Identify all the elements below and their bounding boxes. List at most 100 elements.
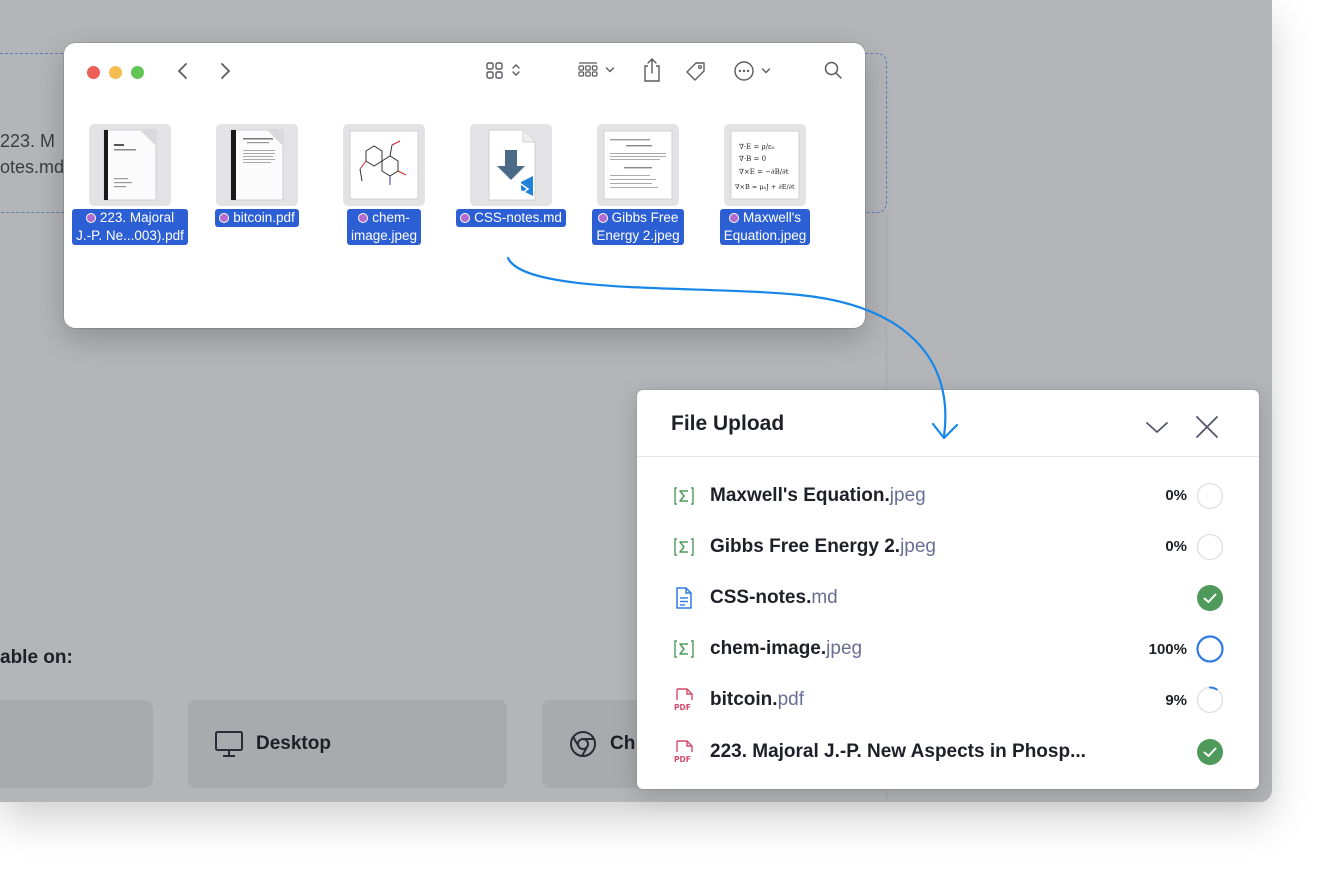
close-icon [1196,416,1218,438]
finder-window: 223. Majoral J.-P. Ne...003).pdf bitcoin.… [64,43,865,328]
finder-file-item[interactable]: ∇·E = ρ/ε₀ ∇·B = 0 ∇×E = −∂B/∂t ∇×B = μ₀… [695,124,835,245]
grid-view-icon [486,62,503,79]
share-icon [644,58,660,82]
file-base-name: CSS-notes. [710,586,812,608]
svg-text:∇×B = μ₀J + ∂E/∂t: ∇×B = μ₀J + ∂E/∂t [735,183,795,191]
upload-file-name: 223. Majoral J.-P. New Aspects in Phosp.… [710,741,1086,763]
upload-file-name: chem-image.jpeg [710,638,862,660]
upload-item-row[interactable]: CSS-notes.md [637,572,1259,623]
upload-panel-title: File Upload [671,412,785,435]
platform-card-label: Ch [610,733,636,754]
file-extension: pdf [777,689,804,711]
search-icon [824,61,842,79]
file-base-name: Gibbs Free Energy 2. [710,535,901,557]
chevron-down-icon [761,68,771,74]
svg-text:∇·E = ρ/ε₀: ∇·E = ρ/ε₀ [739,143,775,151]
pdf-icon: PDF [673,688,695,712]
tag-icon [686,62,705,81]
upload-percent: 9% [1165,691,1187,709]
close-panel-button[interactable] [1194,414,1220,440]
file-base-name: chem-image. [710,638,827,660]
file-extension: jpeg [826,638,863,660]
file-name-label: Gibbs Free Energy 2.jpeg [592,209,684,245]
platform-card-partial[interactable] [0,700,153,788]
file-name-label: Maxwell's Equation.jpeg [719,209,811,245]
file-base-name: Maxwell's Equation. [710,484,890,506]
share-button[interactable] [642,57,662,83]
svg-text:∇·B = 0: ∇·B = 0 [739,155,766,163]
platform-card-label: Desktop [256,733,331,754]
tags-button[interactable] [684,60,708,84]
vscode-markdown-file-icon [470,124,552,206]
chemical-structure-thumbnail [343,124,425,206]
formula-icon [673,638,695,660]
upload-file-name: bitcoin.pdf [710,689,804,711]
finder-file-item[interactable]: Gibbs Free Energy 2.jpeg [568,124,708,245]
upload-item-row[interactable]: PDF bitcoin.pdf 9% [637,675,1259,726]
chevron-right-icon [221,63,230,79]
upload-percent: 0% [1165,538,1187,556]
file-base-name: 223. Majoral J.-P. New Aspects in Phosp.… [710,740,1086,762]
zoom-window-button[interactable] [131,66,144,79]
file-name-label: 223. Majoral J.-P. Ne...003).pdf [72,209,188,245]
document-icon [673,587,695,609]
group-by-button[interactable] [577,60,615,80]
upload-complete-icon [1196,738,1224,766]
purple-tag-dot [728,213,739,223]
purple-tag-dot [460,213,471,223]
purple-tag-dot [358,213,369,223]
upload-file-name: Maxwell's Equation.jpeg [710,485,926,507]
file-name-label: bitcoin.pdf [215,209,299,227]
file-extension: jpeg [889,484,926,506]
upload-progress-ring [1196,635,1224,663]
updown-chevron-icon [512,64,520,76]
close-window-button[interactable] [87,66,100,79]
upload-panel-header: File Upload [637,390,1259,457]
back-button[interactable] [176,60,190,82]
upload-complete-icon [1196,584,1224,612]
file-base-name: bitcoin. [710,689,778,711]
view-mode-button[interactable] [485,60,521,80]
svg-text:∇×E = −∂B/∂t: ∇×E = −∂B/∂t [739,168,789,176]
pdf-document-thumbnail [216,124,298,206]
file-upload-panel: File Upload Maxwell's Equation.jpeg 0% Gib… [637,390,1259,789]
finder-file-item[interactable]: CSS-notes.md [441,124,581,227]
chevron-down-icon [605,67,615,73]
equation-image-thumbnail: ∇·E = ρ/ε₀ ∇·B = 0 ∇×E = −∂B/∂t ∇×B = μ₀… [724,124,806,206]
file-name-label: CSS-notes.md [456,209,566,227]
purple-tag-dot [597,213,608,223]
group-icon [578,62,598,77]
upload-percent: 100% [1148,640,1187,658]
chrome-icon [570,731,596,757]
search-button[interactable] [823,60,843,80]
purple-tag-dot [219,213,230,223]
file-extension: md [811,586,838,608]
file-name-label: chem-image.jpeg [346,209,422,245]
background-file-name: otes.md [0,157,65,177]
upload-item-row[interactable]: chem-image.jpeg 100% [637,624,1259,675]
upload-progress-ring [1196,686,1224,714]
formula-icon [673,536,695,558]
collapse-panel-button[interactable] [1144,414,1170,440]
minimize-window-button[interactable] [109,66,122,79]
forward-button[interactable] [218,60,232,82]
monitor-icon [215,731,243,757]
finder-file-item[interactable]: chem-image.jpeg [314,124,454,245]
platform-card-desktop[interactable]: Desktop [188,700,507,788]
upload-file-name: CSS-notes.md [710,587,838,609]
purple-tag-dot [85,213,96,223]
text-image-thumbnail [597,124,679,206]
background-file-name: 223. M [0,131,56,151]
upload-item-row[interactable]: Gibbs Free Energy 2.jpeg 0% [637,521,1259,572]
more-actions-button[interactable] [733,60,771,82]
finder-file-item[interactable]: bitcoin.pdf [187,124,327,227]
upload-progress-ring [1196,482,1224,510]
ellipsis-circle-icon [734,61,754,81]
pdf-document-thumbnail [89,124,171,206]
file-extension: jpeg [900,535,936,557]
finder-file-item[interactable]: 223. Majoral J.-P. Ne...003).pdf [60,124,200,245]
upload-item-row[interactable]: Maxwell's Equation.jpeg 0% [637,470,1259,521]
upload-item-row[interactable]: PDF 223. Majoral J.-P. New Aspects in Pho… [637,726,1259,777]
svg-text:PDF: PDF [674,755,691,764]
pdf-icon: PDF [673,739,695,764]
